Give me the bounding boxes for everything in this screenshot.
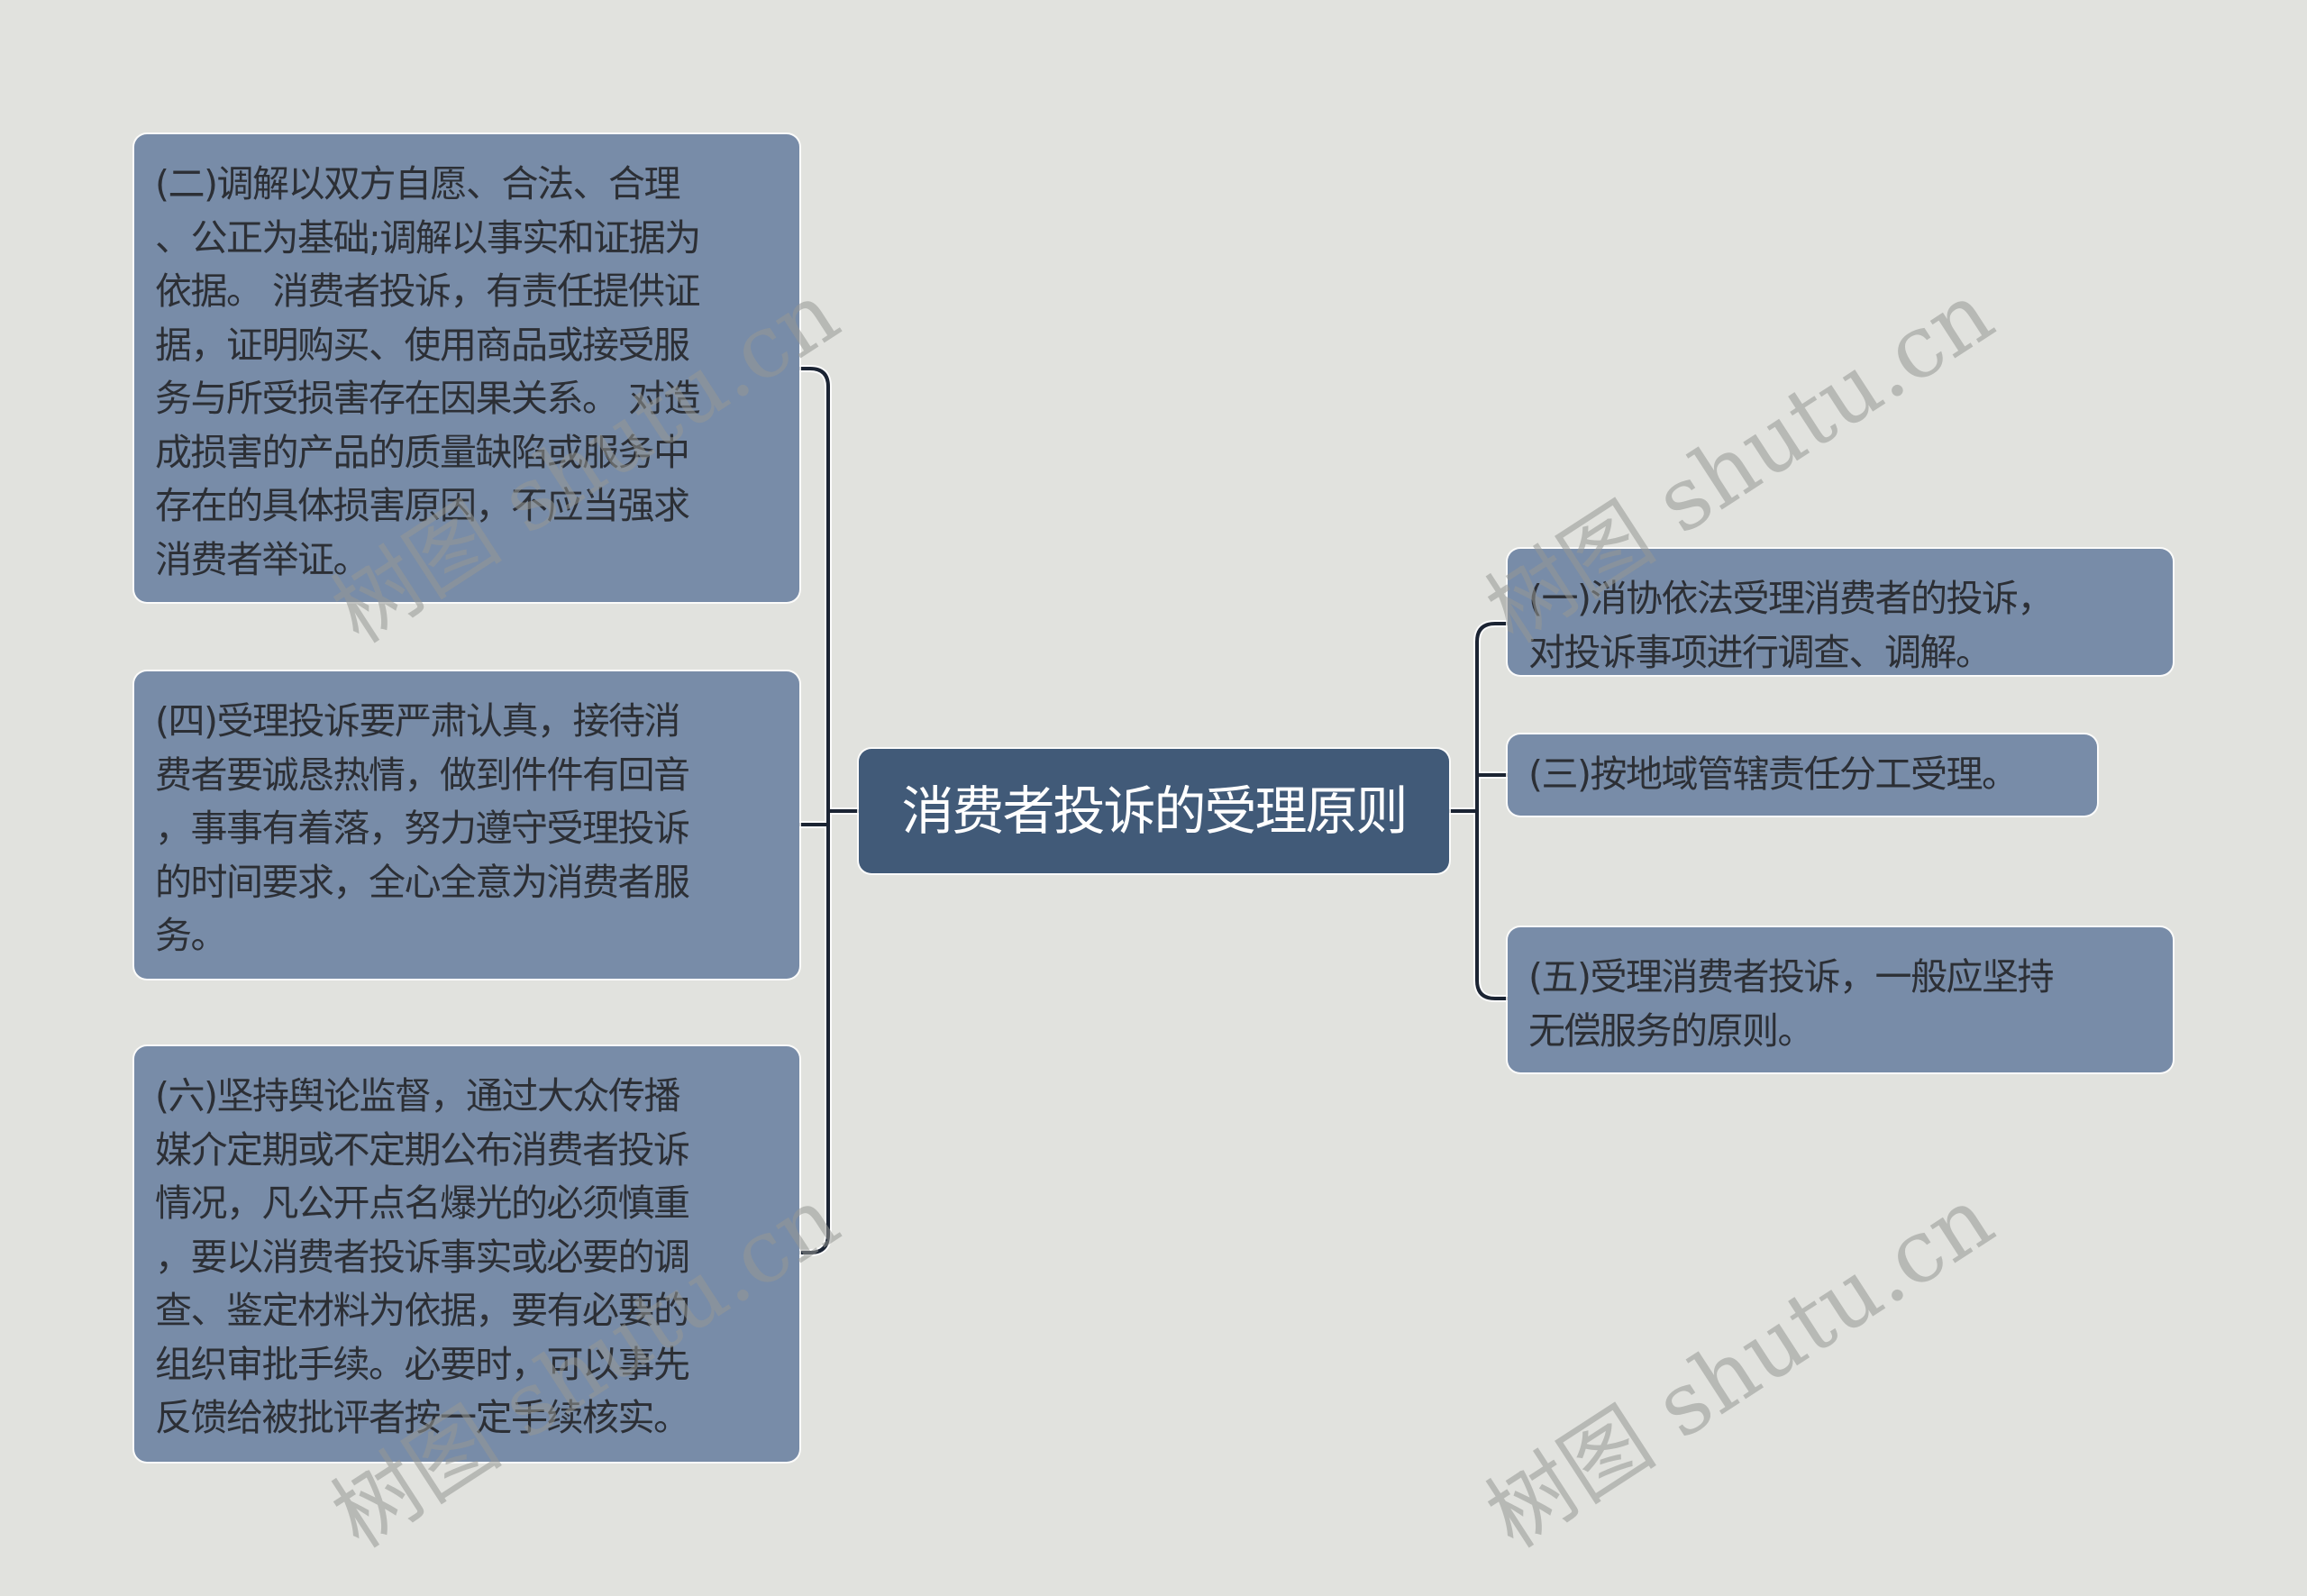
- node-text-line: ，事事有着落，努力遵守受理投诉: [155, 807, 690, 850]
- connector-left: [798, 367, 861, 1254]
- node-text-line: 消费者举证。: [155, 537, 370, 581]
- node-text-line: 存在的具体损害原因，不应当强求: [155, 484, 690, 527]
- node-principle-2[interactable]: (二)调解以双方自愿、合法、合理 、公正为基础;调解以事实和证据为 依据。 消费者投…: [134, 134, 799, 602]
- node-text-line: (六)坚持舆论监督，通过大众传播: [155, 1074, 681, 1117]
- root-node-label: 消费者投诉的受理原则: [901, 780, 1408, 842]
- node-principle-1[interactable]: (一)消协依法受理消费者的投诉， 对投诉事项进行调查、调解。: [1508, 549, 2173, 675]
- node-text-line: 成损害的产品的质量缺陷或服务中: [155, 430, 690, 474]
- node-principle-6[interactable]: (六)坚持舆论监督，通过大众传播 媒介定期或不定期公布消费者投诉 情况，凡公开点名爆…: [134, 1046, 799, 1462]
- node-text-line: (三)按地域管辖责任分工受理。: [1528, 752, 2019, 796]
- node-text-line: (一)消协依法受理消费者的投诉，: [1528, 577, 2055, 620]
- node-text-line: 费者要诚恳热情，做到件件有回音: [155, 752, 690, 797]
- node-principle-3[interactable]: (三)按地域管辖责任分工受理。: [1508, 734, 2097, 816]
- node-principle-4[interactable]: (四)受理投诉要严肃认真，接待消 费者要诚恳热情，做到件件有回音 ，事事有着落，努力…: [134, 671, 799, 979]
- node-text-line: (五)受理消费者投诉，一般应坚持: [1528, 955, 2055, 999]
- node-text-line: 反馈给被批评者按一定手续核实。: [155, 1396, 690, 1439]
- node-text-line: ，要以消费者投诉事实或必要的调: [155, 1235, 690, 1279]
- node-text-line: 组织审批手续。必要时，可以事先: [155, 1342, 690, 1386]
- node-text-line: 查、鉴定材料为依据，要有必要的: [155, 1289, 690, 1332]
- node-text-line: 据，证明购买、使用商品或接受服: [155, 323, 690, 367]
- node-text-line: 情况，凡公开点名爆光的必须慎重: [155, 1181, 690, 1225]
- node-text-line: 的时间要求，全心全意为消费者服: [155, 860, 690, 904]
- node-text-line: 媒介定期或不定期公布消费者投诉: [155, 1127, 690, 1172]
- connector-right: [1447, 622, 1509, 1000]
- node-text-line: 无偿服务的原则。: [1528, 1008, 1815, 1053]
- node-text-line: 、公正为基础;调解以事实和证据为: [155, 215, 701, 260]
- root-node[interactable]: 消费者投诉的受理原则: [859, 749, 1449, 873]
- node-text-line: 务与所受损害存在因果关系。 对造: [155, 377, 701, 420]
- node-text-line: 对投诉事项进行调查、调解。: [1528, 630, 1992, 674]
- node-text-line: (二)调解以双方自愿、合法、合理: [155, 162, 681, 205]
- node-text-line: 依据。 消费者投诉，有责任提供证: [155, 269, 701, 313]
- node-principle-5[interactable]: (五)受理消费者投诉，一般应坚持 无偿服务的原则。: [1508, 927, 2173, 1072]
- node-text-line: (四)受理投诉要严肃认真，接待消: [155, 699, 681, 743]
- node-text-line: 务。: [155, 914, 228, 957]
